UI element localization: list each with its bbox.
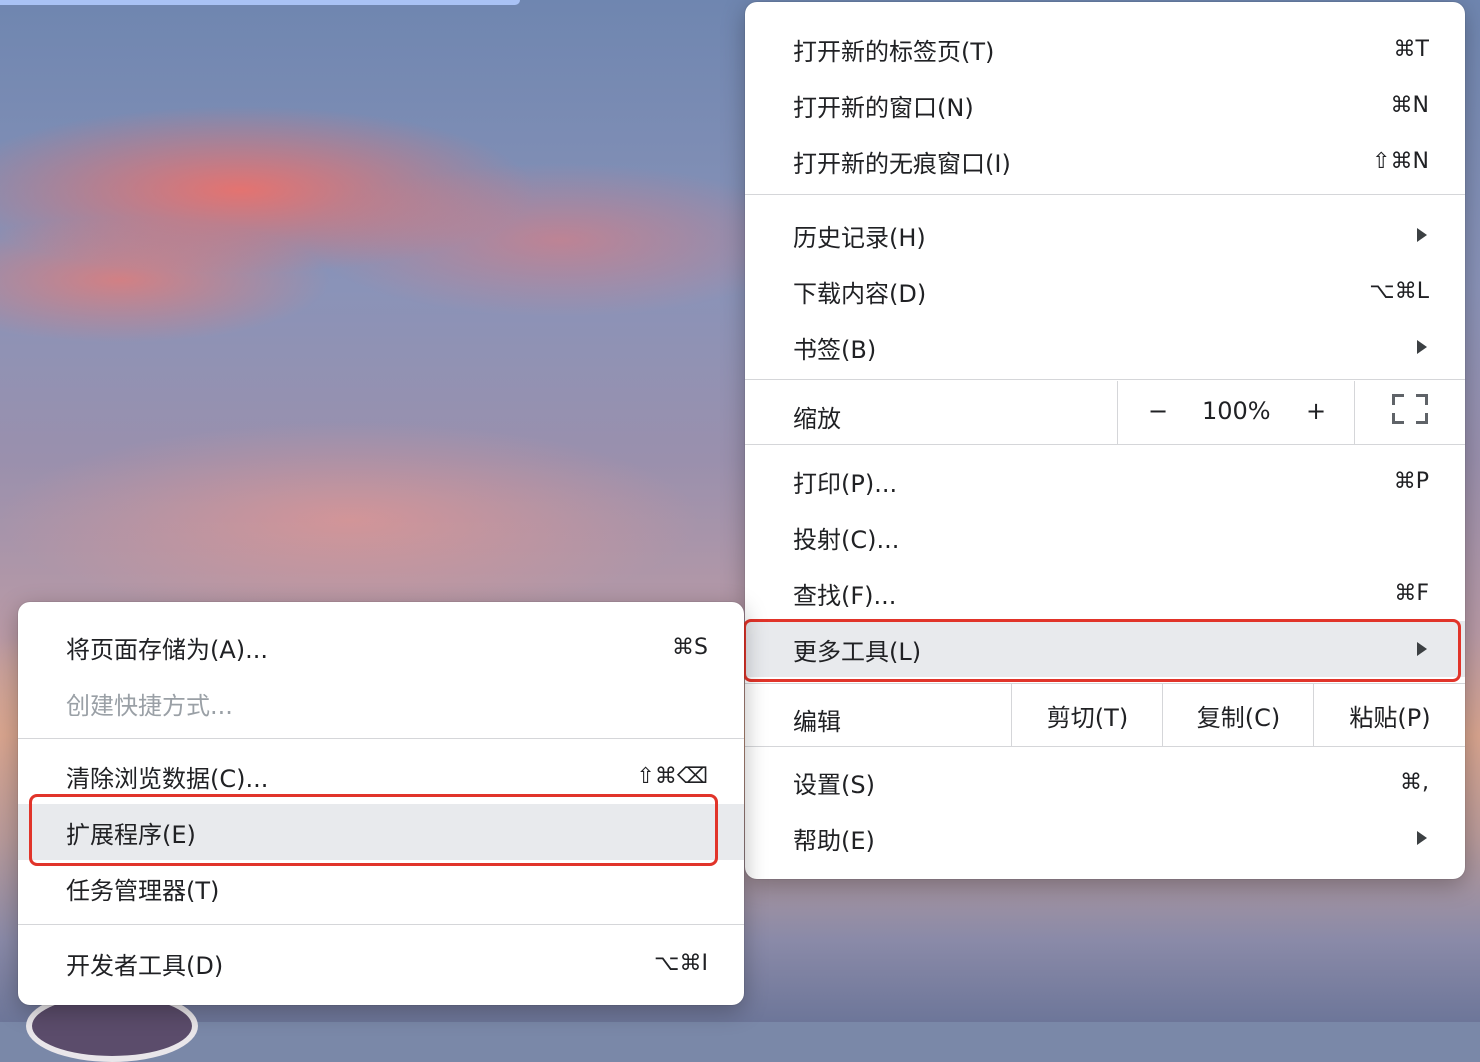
menu-item-task-manager[interactable]: 任务管理器(T): [18, 860, 744, 916]
menu-item-label: 投射(C)...: [793, 525, 900, 554]
fullscreen-icon: [1392, 394, 1428, 424]
menu-item-save-page-as[interactable]: 将页面存储为(A)... ⌘S: [18, 619, 744, 675]
menu-item-label: 帮助(E): [793, 826, 875, 855]
menu-item-print[interactable]: 打印(P)... ⌘P: [745, 453, 1465, 509]
menu-item-new-tab[interactable]: 打开新的标签页(T) ⌘T: [745, 21, 1465, 77]
shortcut-label: ⇧⌘N: [1372, 148, 1429, 174]
menu-item-bookmarks[interactable]: 书签(B): [745, 319, 1465, 375]
shortcut-label: ⌘F: [1394, 580, 1429, 606]
zoom-in-button[interactable]: +: [1306, 397, 1326, 425]
menu-separator: [745, 379, 1465, 380]
menu-item-label: 将页面存储为(A)...: [66, 635, 269, 664]
shortcut-label: ⌘T: [1393, 36, 1429, 62]
menu-item-label: 打开新的无痕窗口(I): [793, 149, 1011, 178]
zoom-out-button[interactable]: −: [1148, 397, 1168, 425]
edit-row: 编辑 剪切(T) 复制(C) 粘贴(P): [745, 684, 1465, 747]
menu-item-label: 书签(B): [793, 335, 877, 364]
highlight-outline-more-tools: [743, 619, 1461, 682]
edit-label: 编辑: [793, 708, 841, 736]
shortcut-label: ⌘N: [1390, 92, 1429, 118]
menu-separator: [745, 746, 1465, 747]
menu-item-label: 打印(P)...: [793, 469, 898, 498]
menu-separator: [745, 444, 1465, 445]
menu-item-label: 打开新的窗口(N): [793, 93, 974, 122]
zoom-row: 缩放 − 100% +: [745, 381, 1465, 445]
menu-item-downloads[interactable]: 下载内容(D) ⌥⌘L: [745, 263, 1465, 319]
menu-separator: [745, 194, 1465, 195]
cut-button[interactable]: 剪切(T): [1011, 684, 1163, 747]
menu-separator: [18, 738, 744, 739]
menu-item-help[interactable]: 帮助(E): [745, 810, 1465, 866]
shortcut-label: ⇧⌘⌫: [636, 763, 708, 789]
submenu-arrow-icon: [1417, 831, 1427, 845]
shortcut-label: ⌘,: [1400, 769, 1429, 795]
zoom-label: 缩放: [793, 405, 841, 433]
menu-item-history[interactable]: 历史记录(H): [745, 207, 1465, 263]
menu-item-label: 设置(S): [793, 770, 875, 799]
paste-button[interactable]: 粘贴(P): [1313, 684, 1466, 747]
menu-item-label: 下载内容(D): [793, 279, 927, 308]
browser-main-menu: 打开新的标签页(T) ⌘T 打开新的窗口(N) ⌘N 打开新的无痕窗口(I) ⇧…: [745, 2, 1465, 879]
shortcut-label: ⌥⌘I: [654, 950, 708, 976]
menu-item-new-incognito-window[interactable]: 打开新的无痕窗口(I) ⇧⌘N: [745, 133, 1465, 189]
shortcut-label: ⌘S: [672, 634, 708, 660]
menu-separator: [18, 924, 744, 925]
menu-item-label: 任务管理器(T): [66, 876, 220, 905]
highlight-outline-extensions: [29, 794, 718, 866]
menu-item-label: 开发者工具(D): [66, 951, 224, 980]
menu-item-find[interactable]: 查找(F)... ⌘F: [745, 565, 1465, 621]
menu-item-label: 清除浏览数据(C)...: [66, 764, 269, 793]
menu-item-label: 查找(F)...: [793, 581, 897, 610]
zoom-level: 100%: [1202, 397, 1271, 425]
zoom-controls: − 100% +: [1117, 381, 1354, 445]
submenu-arrow-icon: [1417, 228, 1427, 242]
menu-item-label: 创建快捷方式...: [66, 691, 233, 720]
menu-item-create-shortcut: 创建快捷方式...: [18, 675, 744, 731]
menu-item-developer-tools[interactable]: 开发者工具(D) ⌥⌘I: [18, 935, 744, 991]
menu-item-settings[interactable]: 设置(S) ⌘,: [745, 754, 1465, 810]
menu-item-cast[interactable]: 投射(C)...: [745, 509, 1465, 565]
menu-item-label: 打开新的标签页(T): [793, 37, 995, 66]
menu-item-new-window[interactable]: 打开新的窗口(N) ⌘N: [745, 77, 1465, 133]
menu-item-label: 历史记录(H): [793, 223, 926, 252]
shortcut-label: ⌘P: [1393, 468, 1429, 494]
submenu-arrow-icon: [1417, 340, 1427, 354]
browser-address-bar-edge: [0, 0, 520, 5]
shortcut-label: ⌥⌘L: [1369, 278, 1429, 304]
copy-button[interactable]: 复制(C): [1162, 684, 1314, 747]
